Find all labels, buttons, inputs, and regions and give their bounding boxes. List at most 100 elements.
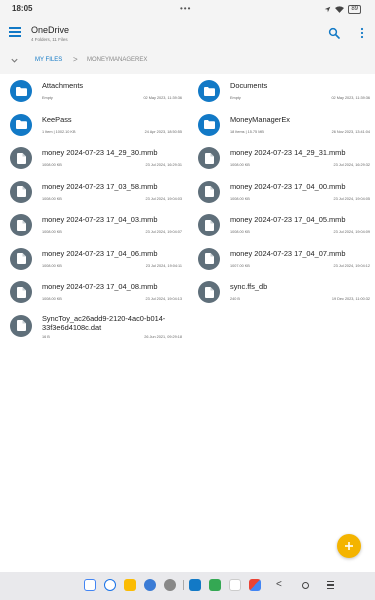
folder-item[interactable]: Documents Empty 02 May 2023, 11:39:36 bbox=[198, 76, 375, 106]
file-name: Documents bbox=[230, 81, 268, 90]
file-badge bbox=[198, 281, 220, 303]
file-name: KeePass bbox=[42, 114, 72, 124]
file-item[interactable]: money 2024-07-23 17_04_05.mmb 1008.00 KB 2… bbox=[198, 210, 375, 240]
file-icon bbox=[204, 152, 214, 164]
file-date: 23 Jul 2024, 19:04:11 bbox=[145, 263, 182, 268]
file-size: 1 Item | 1002.10 KB bbox=[42, 129, 76, 134]
camera-app-icon[interactable] bbox=[164, 579, 176, 591]
file-badge bbox=[198, 214, 220, 236]
folder-item[interactable]: Attachments Empty 02 May 2023, 11:39:36 bbox=[10, 76, 192, 106]
file-icon bbox=[204, 186, 214, 197]
file-name: MoneyManagerEx bbox=[230, 114, 290, 124]
file-name: money 2024-07-23 17_04_08.mmb bbox=[42, 282, 158, 291]
file-badge bbox=[10, 214, 32, 236]
file-icon bbox=[204, 286, 214, 298]
file-badge bbox=[198, 147, 220, 169]
file-icon bbox=[16, 320, 26, 331]
file-date: 23 Jul 2024, 16:29:31 bbox=[145, 163, 182, 167]
file-item[interactable]: money 2024-07-23 17_04_00.mmb 1008.00 KB 2… bbox=[198, 177, 375, 207]
file-item[interactable]: money 2024-07-23 17_04_07.mmb 1007.00 KB 2… bbox=[198, 244, 375, 274]
file-item[interactable]: money 2024-07-23 14_29_30.mmb 1008.00 KB 2… bbox=[10, 143, 192, 173]
file-icon bbox=[16, 186, 26, 197]
file-size: 1008.00 KB bbox=[42, 163, 62, 167]
file-name: money 2024-07-23 17_04_05.mmb bbox=[230, 215, 346, 224]
file-item[interactable]: money 2024-07-23 17_04_08.mmb 1008.00 KB 2… bbox=[10, 277, 192, 307]
status-icons: 89 bbox=[324, 4, 361, 14]
file-item[interactable]: money 2024-07-23 17_03_58.mmb 1008.00 KB 2… bbox=[10, 177, 192, 207]
file-name: money 2024-07-23 17_04_03.mmb bbox=[42, 215, 158, 224]
file-badge bbox=[10, 314, 32, 337]
file-badge bbox=[198, 247, 220, 270]
file-date: 23 Jul 2024, 19:04:03 bbox=[145, 196, 182, 201]
file-badge bbox=[10, 180, 32, 203]
file-name: money 2024-07-23 14_29_30.mmb bbox=[42, 148, 158, 157]
file-size: 1008.00 KB bbox=[42, 196, 62, 201]
file-date: 23 Jul 2024, 19:04:12 bbox=[333, 263, 370, 268]
file-size: 240 B bbox=[230, 297, 240, 301]
file-size: 1008.00 KB bbox=[230, 196, 250, 201]
breadcrumb-my-files[interactable]: MY FILES bbox=[35, 57, 62, 63]
file-icon bbox=[16, 286, 26, 298]
search-icon[interactable] bbox=[328, 27, 340, 39]
folder-icon bbox=[203, 86, 215, 96]
file-icon bbox=[16, 219, 26, 231]
file-date: 23 Jul 2024, 19:04:05 bbox=[333, 196, 370, 201]
breadcrumb-current: MONEYMANAGEREX bbox=[87, 57, 148, 63]
file-grid: Attachments Empty 02 May 2023, 11:39:36 Doc… bbox=[0, 74, 375, 570]
home-nav-icon[interactable] bbox=[302, 582, 309, 589]
folder-item[interactable]: KeePass 1 Item | 1002.10 KB 24 Apr 2023, 1… bbox=[10, 110, 192, 140]
app-drawer-icon[interactable] bbox=[249, 579, 261, 591]
compass-app-icon[interactable] bbox=[144, 579, 156, 591]
taskbar: < bbox=[0, 572, 375, 600]
flickr-app-icon[interactable] bbox=[229, 579, 241, 591]
file-size: 16 B bbox=[42, 334, 50, 339]
file-name: sync.ffs_db bbox=[230, 282, 268, 291]
more-vert-icon[interactable] bbox=[359, 27, 365, 39]
keep-app-icon[interactable] bbox=[124, 579, 136, 591]
file-date: 23 Jul 2024, 19:04:13 bbox=[145, 297, 182, 301]
file-item[interactable]: money 2024-07-23 14_29_31.mmb 1008.00 KB 2… bbox=[198, 143, 375, 173]
location-icon bbox=[325, 6, 331, 12]
file-icon bbox=[16, 152, 26, 164]
file-date: 19 Dec 2023, 11:00:32 bbox=[331, 297, 370, 301]
file-item[interactable]: sync.ffs_db 240 B 19 Dec 2023, 11:00:32 bbox=[198, 277, 375, 307]
file-size: 1007.00 KB bbox=[230, 263, 250, 268]
back-nav-icon[interactable]: < bbox=[276, 579, 282, 590]
file-size: 1008.00 KB bbox=[230, 163, 250, 167]
file-date: 24 Apr 2023, 18:50:55 bbox=[144, 129, 182, 134]
file-item[interactable]: SyncToy_ac26add9-2120-4ac0-b014-33f3e6d4… bbox=[10, 311, 192, 341]
money-app-icon[interactable] bbox=[209, 579, 221, 591]
folder-badge bbox=[198, 113, 220, 136]
file-badge bbox=[198, 180, 220, 203]
file-size: 1008.00 KB bbox=[42, 263, 62, 268]
folder-item[interactable]: MoneyManagerEx 18 Items | 15.75 MB 26 Nov … bbox=[198, 110, 375, 140]
status-time: 18:05 bbox=[12, 4, 33, 13]
file-item[interactable]: money 2024-07-23 17_04_03.mmb 1008.00 KB 2… bbox=[10, 210, 192, 240]
file-size: 18 Items | 15.75 MB bbox=[230, 129, 264, 134]
tasks-app-icon[interactable] bbox=[104, 579, 116, 591]
plus-icon bbox=[345, 542, 353, 550]
file-date: 02 May 2023, 11:39:36 bbox=[143, 96, 182, 100]
file-name: money 2024-07-23 17_04_06.mmb bbox=[42, 248, 158, 258]
file-date: 02 May 2023, 11:39:36 bbox=[331, 96, 370, 100]
folder-icon bbox=[15, 120, 27, 129]
file-item[interactable]: money 2024-07-23 17_04_06.mmb 1008.00 KB 2… bbox=[10, 244, 192, 274]
status-dots: ••• bbox=[180, 4, 192, 13]
add-button[interactable] bbox=[337, 534, 361, 558]
file-date: 26 Jun 2021, 09:29:18 bbox=[144, 334, 182, 339]
file-date: 23 Jul 2024, 19:04:09 bbox=[333, 230, 370, 234]
chevron-down-icon[interactable] bbox=[10, 56, 19, 65]
file-badge bbox=[10, 147, 32, 169]
file-badge bbox=[10, 281, 32, 303]
taskbar-divider bbox=[183, 580, 184, 590]
hamburger-icon[interactable] bbox=[9, 27, 21, 37]
folder-icon bbox=[203, 120, 215, 129]
status-bar: 18:05 ••• 89 bbox=[0, 0, 375, 18]
wifi-icon bbox=[335, 5, 345, 13]
calendar-app-icon[interactable] bbox=[84, 579, 96, 591]
onedrive-app-icon[interactable] bbox=[189, 579, 201, 591]
folder-badge bbox=[198, 80, 220, 102]
recents-nav-icon[interactable] bbox=[327, 581, 334, 589]
file-name: money 2024-07-23 17_04_07.mmb bbox=[230, 248, 346, 258]
file-size: Empty bbox=[230, 96, 241, 100]
